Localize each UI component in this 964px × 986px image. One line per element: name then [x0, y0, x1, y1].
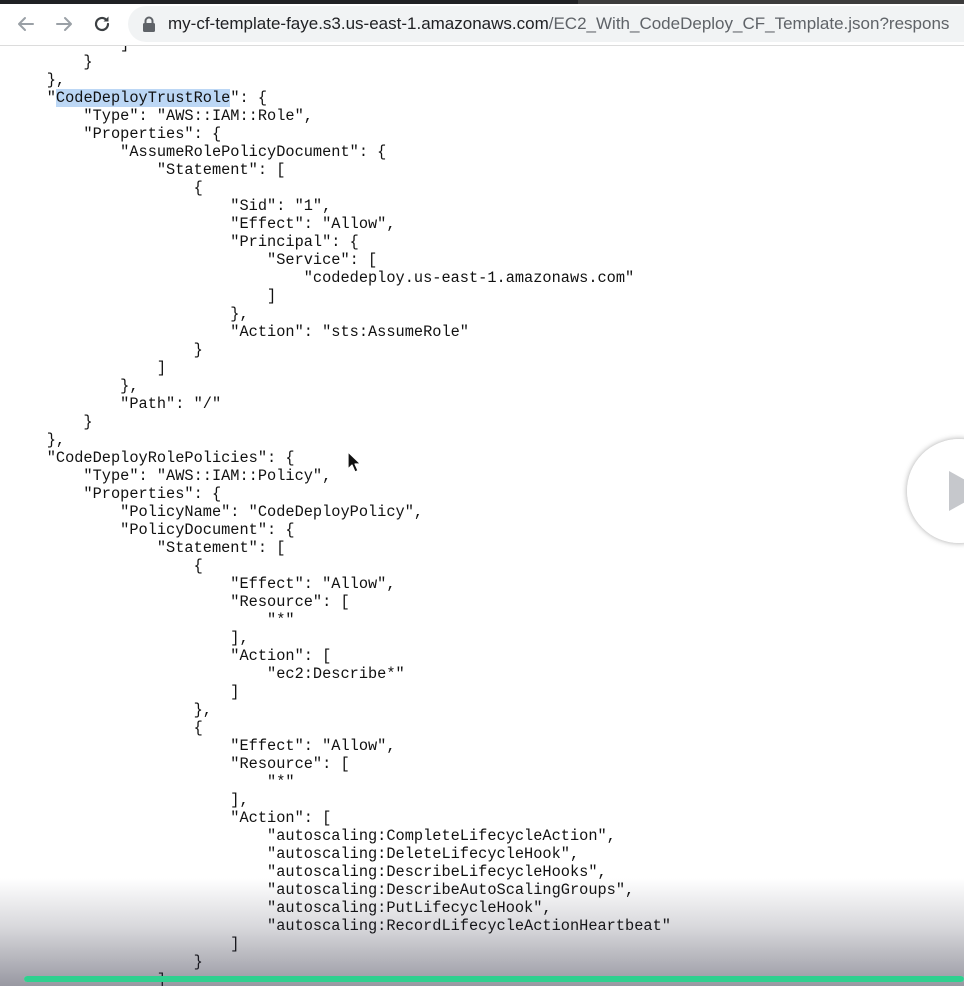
- json-line: "Resource": [: [10, 593, 350, 611]
- json-line: {: [10, 557, 203, 575]
- browser-toolbar: my-cf-template-faye.s3.us-east-1.amazona…: [0, 0, 964, 46]
- url-host: my-cf-template-faye.s3.us-east-1.amazona…: [168, 14, 549, 33]
- json-line: }: [10, 413, 93, 431]
- json-line: {: [10, 719, 203, 737]
- json-line: "autoscaling:PutLifecycleHook",: [10, 899, 552, 917]
- json-line: "Properties": {: [10, 485, 222, 503]
- json-line: "Effect": "Allow",: [10, 737, 396, 755]
- json-line: "Effect": "Allow",: [10, 215, 396, 233]
- reload-icon: [94, 16, 110, 32]
- url-path: /EC2_With_CodeDeploy_CF_Template.json?re…: [548, 14, 950, 33]
- json-line: },: [10, 71, 66, 89]
- json-line: "Principal": {: [10, 233, 359, 251]
- json-line: "ec2:Describe*": [10, 665, 405, 683]
- json-line: "autoscaling:DescribeAutoScalingGroups",: [10, 881, 635, 899]
- json-line: {: [10, 179, 203, 197]
- mouse-cursor-icon: [347, 451, 361, 473]
- json-line: "*": [10, 773, 295, 791]
- arrow-right-icon: [56, 17, 72, 31]
- json-line: ]: [10, 46, 671, 53]
- json-line: "Statement": [: [10, 161, 286, 179]
- json-line: "Effect": "Allow",: [10, 575, 396, 593]
- json-line: "Sid": "1",: [10, 197, 332, 215]
- json-line: "Action": "sts:AssumeRole": [10, 323, 469, 341]
- json-line: "Resource": [: [10, 755, 350, 773]
- json-line: ]: [10, 935, 240, 953]
- json-line: ]: [10, 287, 277, 305]
- reload-button[interactable]: [85, 7, 119, 41]
- json-line: "CodeDeployTrustRole": {: [10, 89, 268, 107]
- json-line: "PolicyDocument": {: [10, 521, 295, 539]
- video-progress-fill: [24, 976, 964, 982]
- play-icon: [949, 471, 964, 511]
- json-document: ] } }, "CodeDeployTrustRole": { "Type": …: [0, 46, 964, 986]
- json-line: "Statement": [: [10, 539, 286, 557]
- json-line: },: [10, 377, 139, 395]
- json-line: },: [10, 305, 249, 323]
- address-bar[interactable]: my-cf-template-faye.s3.us-east-1.amazona…: [128, 6, 964, 42]
- json-line: "PolicyName": "CodeDeployPolicy",: [10, 503, 424, 521]
- json-line: ]: [10, 683, 240, 701]
- json-line: "CodeDeployRolePolicies": {: [10, 449, 295, 467]
- json-line: ]: [10, 359, 167, 377]
- json-line: "autoscaling:RecordLifecycleActionHeartb…: [10, 917, 671, 935]
- json-line: }: [10, 341, 203, 359]
- back-button[interactable]: [9, 7, 43, 41]
- arrow-left-icon: [18, 17, 34, 31]
- json-line: "Properties": {: [10, 125, 222, 143]
- json-line: "Type": "AWS::IAM::Role",: [10, 107, 313, 125]
- json-line: "autoscaling:CompleteLifecycleAction",: [10, 827, 616, 845]
- tab-strip: [0, 0, 964, 4]
- json-line: "autoscaling:DescribeLifecycleHooks",: [10, 863, 607, 881]
- json-line: ],: [10, 629, 249, 647]
- json-line: "Path": "/": [10, 395, 222, 413]
- json-line: "Action": [: [10, 647, 332, 665]
- json-line: },: [10, 431, 66, 449]
- json-line: },: [10, 701, 212, 719]
- lock-icon[interactable]: [142, 16, 156, 32]
- json-line: "Service": [: [10, 251, 378, 269]
- json-line: "Type": "AWS::IAM::Policy",: [10, 467, 332, 485]
- text-selection-highlight: CodeDeployTrustRole: [55, 89, 231, 107]
- json-line: "Action": [: [10, 809, 332, 827]
- json-line: ],: [10, 791, 249, 809]
- json-line: }: [10, 953, 203, 971]
- forward-button[interactable]: [47, 7, 81, 41]
- json-line: }: [10, 53, 93, 71]
- json-line: "*": [10, 611, 295, 629]
- json-line: "AssumeRolePolicyDocument": {: [10, 143, 387, 161]
- json-line: "codedeploy.us-east-1.amazonaws.com": [10, 269, 635, 287]
- video-progress-bar[interactable]: [24, 976, 964, 982]
- json-line: "autoscaling:DeleteLifecycleHook",: [10, 845, 580, 863]
- json-text: ] } }, "CodeDeployTrustRole": { "Type": …: [10, 46, 671, 986]
